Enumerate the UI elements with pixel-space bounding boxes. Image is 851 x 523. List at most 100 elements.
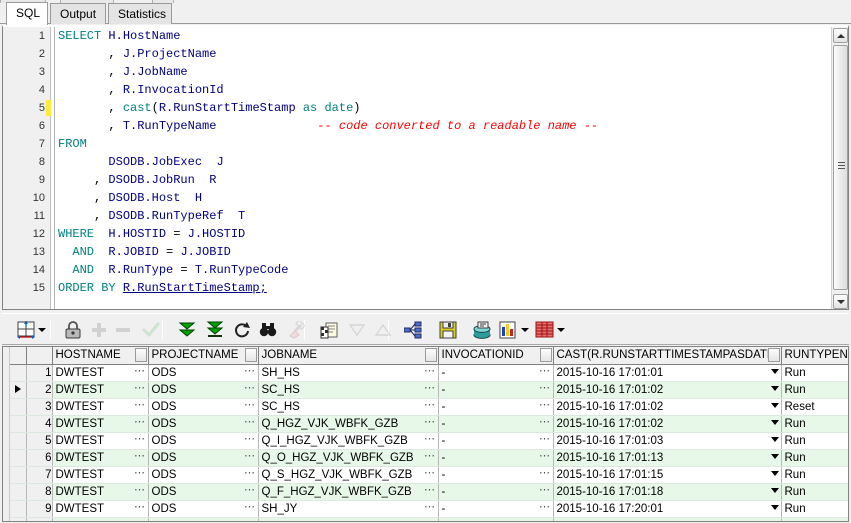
results-grid[interactable]: HOSTNAME PROJECTNAME JOBNAME INVOCATIONID CA… <box>2 346 849 522</box>
cell-expand-icon[interactable]: ⋯ <box>134 433 146 446</box>
cell-expand-icon[interactable]: ⋯ <box>134 382 146 395</box>
cell-expand-icon[interactable]: ⋯ <box>244 382 256 395</box>
code-line[interactable]: 9 , DSODB.JobRun R <box>3 171 829 189</box>
cell-expand-icon[interactable]: ⋯ <box>424 467 436 480</box>
table-cell[interactable]: 2015-10-16 17:01:02 <box>553 381 782 399</box>
copy-to-clipboard-icon[interactable] <box>320 318 338 342</box>
table-cell[interactable]: - ⋯ <box>438 415 554 433</box>
cell-expand-icon[interactable]: ⋯ <box>424 382 436 395</box>
database-icon[interactable] <box>473 318 491 342</box>
code-line[interactable]: 7 FROM <box>3 135 829 153</box>
code-line[interactable]: 5 , cast(R.RunStartTimeStamp as date) <box>3 99 829 117</box>
code-line[interactable]: 10 , DSODB.Host H <box>3 189 829 207</box>
column-header-invocationid[interactable]: INVOCATIONID <box>438 347 554 365</box>
code-line[interactable]: 6 , T.RunTypeName -- code converted to a… <box>3 117 829 135</box>
code-line[interactable]: 4 , R.InvocationId <box>3 81 829 99</box>
table-cell[interactable]: DWTEST ⋯ <box>52 483 149 501</box>
table-cell[interactable]: SC_HS ⋯ <box>258 381 439 399</box>
column-header-menu-button[interactable] <box>134 348 147 362</box>
table-cell[interactable]: - ⋯ <box>438 381 554 399</box>
cell-expand-icon[interactable]: ⋯ <box>134 416 146 429</box>
column-header-menu-button[interactable] <box>424 348 437 362</box>
cell-dropdown-icon[interactable] <box>770 436 779 442</box>
cell-dropdown-icon[interactable] <box>770 368 779 374</box>
cell-expand-icon[interactable]: ⋯ <box>134 399 146 412</box>
cell-dropdown-icon[interactable] <box>770 470 779 476</box>
row-selector[interactable] <box>10 432 27 450</box>
scroll-up-button[interactable] <box>833 28 848 43</box>
fetch-next-icon[interactable] <box>178 318 196 342</box>
table-cell[interactable]: - ⋯ <box>438 500 554 518</box>
row-selector[interactable] <box>10 381 27 399</box>
column-header-runtypename[interactable]: RUNTYPENAME <box>781 347 848 365</box>
table-cell[interactable]: ODS ⋯ <box>148 398 259 416</box>
chart-dropdown-arrow-icon[interactable] <box>521 318 529 342</box>
table-cell[interactable]: 2015-10-16 17:01:13 <box>553 449 782 467</box>
cell-expand-icon[interactable]: ⋯ <box>539 365 551 378</box>
table-row[interactable]: 1 DWTEST ⋯ ODS ⋯ SH_HS ⋯ - ⋯ 2015-10-16 17:01:01 R… <box>10 364 848 382</box>
table-cell[interactable]: Run⋯ <box>781 500 848 518</box>
cell-expand-icon[interactable]: ⋯ <box>539 399 551 412</box>
cell-dropdown-icon[interactable] <box>770 487 779 493</box>
cell-expand-icon[interactable]: ⋯ <box>244 467 256 480</box>
cell-expand-icon[interactable]: ⋯ <box>424 416 436 429</box>
table-cell[interactable]: Q_O_HGZ_VJK_WBFK_GZB ⋯ <box>258 449 439 467</box>
table-row[interactable]: 8 DWTEST ⋯ ODS ⋯ Q_F_HGZ_VJK_WBFK_GZB ⋯ - ⋯ 2015-… <box>10 483 848 501</box>
column-header-projectname[interactable]: PROJECTNAME <box>148 347 259 365</box>
row-selector[interactable] <box>10 415 27 433</box>
cell-expand-icon[interactable]: ⋯ <box>244 365 256 378</box>
table-cell[interactable]: DWTEST ⋯ <box>52 449 149 467</box>
find-icon[interactable] <box>259 318 277 342</box>
table-view-dropdown-arrow-icon[interactable] <box>557 318 565 342</box>
row-selector[interactable] <box>10 449 27 467</box>
table-row[interactable]: 6 DWTEST ⋯ ODS ⋯ Q_O_HGZ_VJK_WBFK_GZB ⋯ - ⋯ 2015-… <box>10 449 848 467</box>
table-cell[interactable]: - ⋯ <box>438 398 554 416</box>
table-cell[interactable]: - ⋯ <box>438 483 554 501</box>
code-line[interactable]: 12 WHERE H.HOSTID = J.HOSTID <box>3 225 829 243</box>
table-cell[interactable]: - ⋯ <box>438 432 554 450</box>
table-cell[interactable]: - ⋯ <box>438 466 554 484</box>
table-cell[interactable]: Q_HGZ_VJK_WBFK_GZB ⋯ <box>258 415 439 433</box>
table-cell[interactable]: Run⋯ <box>781 483 848 501</box>
table-cell[interactable]: 2015-10-16 17:20:01 <box>553 500 782 518</box>
cell-expand-icon[interactable]: ⋯ <box>244 433 256 446</box>
table-cell[interactable]: DWTEST ⋯ <box>52 432 149 450</box>
table-cell[interactable]: Run⋯ <box>781 466 848 484</box>
table-cell[interactable]: 2015-10-16 17:01:02 <box>553 415 782 433</box>
table-cell[interactable]: SH_JY ⋯ <box>258 500 439 518</box>
editor-vertical-scrollbar[interactable] <box>831 27 848 309</box>
table-cell[interactable]: Q_F_HGZ_VJK_WBFK_GZB ⋯ <box>258 483 439 501</box>
table-row[interactable]: 2 DWTEST ⋯ ODS ⋯ SC_HS ⋯ - ⋯ 2015-10-16 17:01:02 R… <box>10 381 848 399</box>
cell-expand-icon[interactable]: ⋯ <box>539 416 551 429</box>
table-row[interactable]: 9 DWTEST ⋯ ODS ⋯ SH_JY ⋯ - ⋯ 2015-10-16 17:20:01 R… <box>10 500 848 518</box>
table-row[interactable]: 3 DWTEST ⋯ ODS ⋯ SC_HS ⋯ - ⋯ 2015-10-16 17:01:02 R… <box>10 398 848 416</box>
tab-statistics[interactable]: Statistics <box>108 3 172 24</box>
lock-icon[interactable] <box>64 318 82 342</box>
cell-expand-icon[interactable]: ⋯ <box>424 484 436 497</box>
fetch-all-icon[interactable] <box>206 318 224 342</box>
cell-dropdown-icon[interactable] <box>770 385 779 391</box>
table-cell[interactable]: DWTEST ⋯ <box>52 364 149 382</box>
table-row-partial[interactable] <box>10 517 848 521</box>
sql-editor-viewport[interactable]: 1 SELECT H.HostName 2 , J.ProjectName 3 , J… <box>3 27 829 309</box>
cell-dropdown-icon[interactable] <box>770 402 779 408</box>
cell-expand-icon[interactable]: ⋯ <box>244 484 256 497</box>
table-cell[interactable]: Reset⋯ <box>781 398 848 416</box>
code-line[interactable]: 1 SELECT H.HostName <box>3 27 829 45</box>
row-selector[interactable] <box>10 398 27 416</box>
chart-icon[interactable] <box>499 318 517 342</box>
table-cell[interactable]: Q_S_HGZ_VJK_WBFK_GZB ⋯ <box>258 466 439 484</box>
table-cell[interactable]: Run⋯ <box>781 415 848 433</box>
table-cell[interactable]: DWTEST ⋯ <box>52 398 149 416</box>
refresh-icon[interactable] <box>233 318 251 342</box>
table-cell[interactable]: ODS ⋯ <box>148 364 259 382</box>
table-view-icon[interactable] <box>535 318 555 342</box>
cell-expand-icon[interactable]: ⋯ <box>134 484 146 497</box>
code-line[interactable]: 8 DSODB.JobExec J <box>3 153 829 171</box>
table-cell[interactable]: ODS ⋯ <box>148 415 259 433</box>
table-row[interactable]: 4 DWTEST ⋯ ODS ⋯ Q_HGZ_VJK_WBFK_GZB ⋯ - ⋯ 2015-10… <box>10 415 848 433</box>
cell-expand-icon[interactable]: ⋯ <box>424 399 436 412</box>
grid-viewport[interactable]: HOSTNAME PROJECTNAME JOBNAME INVOCATIONID CA… <box>10 347 848 521</box>
cell-expand-icon[interactable]: ⋯ <box>424 365 436 378</box>
table-cell[interactable]: ODS ⋯ <box>148 500 259 518</box>
